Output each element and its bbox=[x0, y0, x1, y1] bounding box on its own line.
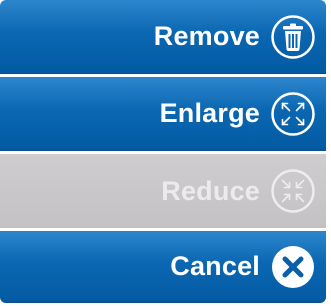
remove-label: Remove bbox=[153, 21, 260, 51]
cancel-label: Cancel bbox=[170, 251, 260, 281]
enlarge-label: Enlarge bbox=[159, 98, 260, 128]
context-menu: Remove Enlarge Reduce Cancel bbox=[0, 0, 326, 303]
close-icon bbox=[272, 245, 314, 288]
expand-arrows-icon bbox=[271, 91, 315, 136]
reduce-label: Reduce bbox=[161, 175, 260, 206]
cancel-button[interactable]: Cancel bbox=[0, 231, 326, 303]
trash-icon bbox=[271, 14, 315, 59]
remove-button[interactable]: Remove bbox=[0, 0, 326, 74]
enlarge-button[interactable]: Enlarge bbox=[0, 77, 326, 151]
reduce-button[interactable]: Reduce bbox=[0, 154, 326, 228]
shrink-arrows-icon bbox=[271, 169, 315, 213]
